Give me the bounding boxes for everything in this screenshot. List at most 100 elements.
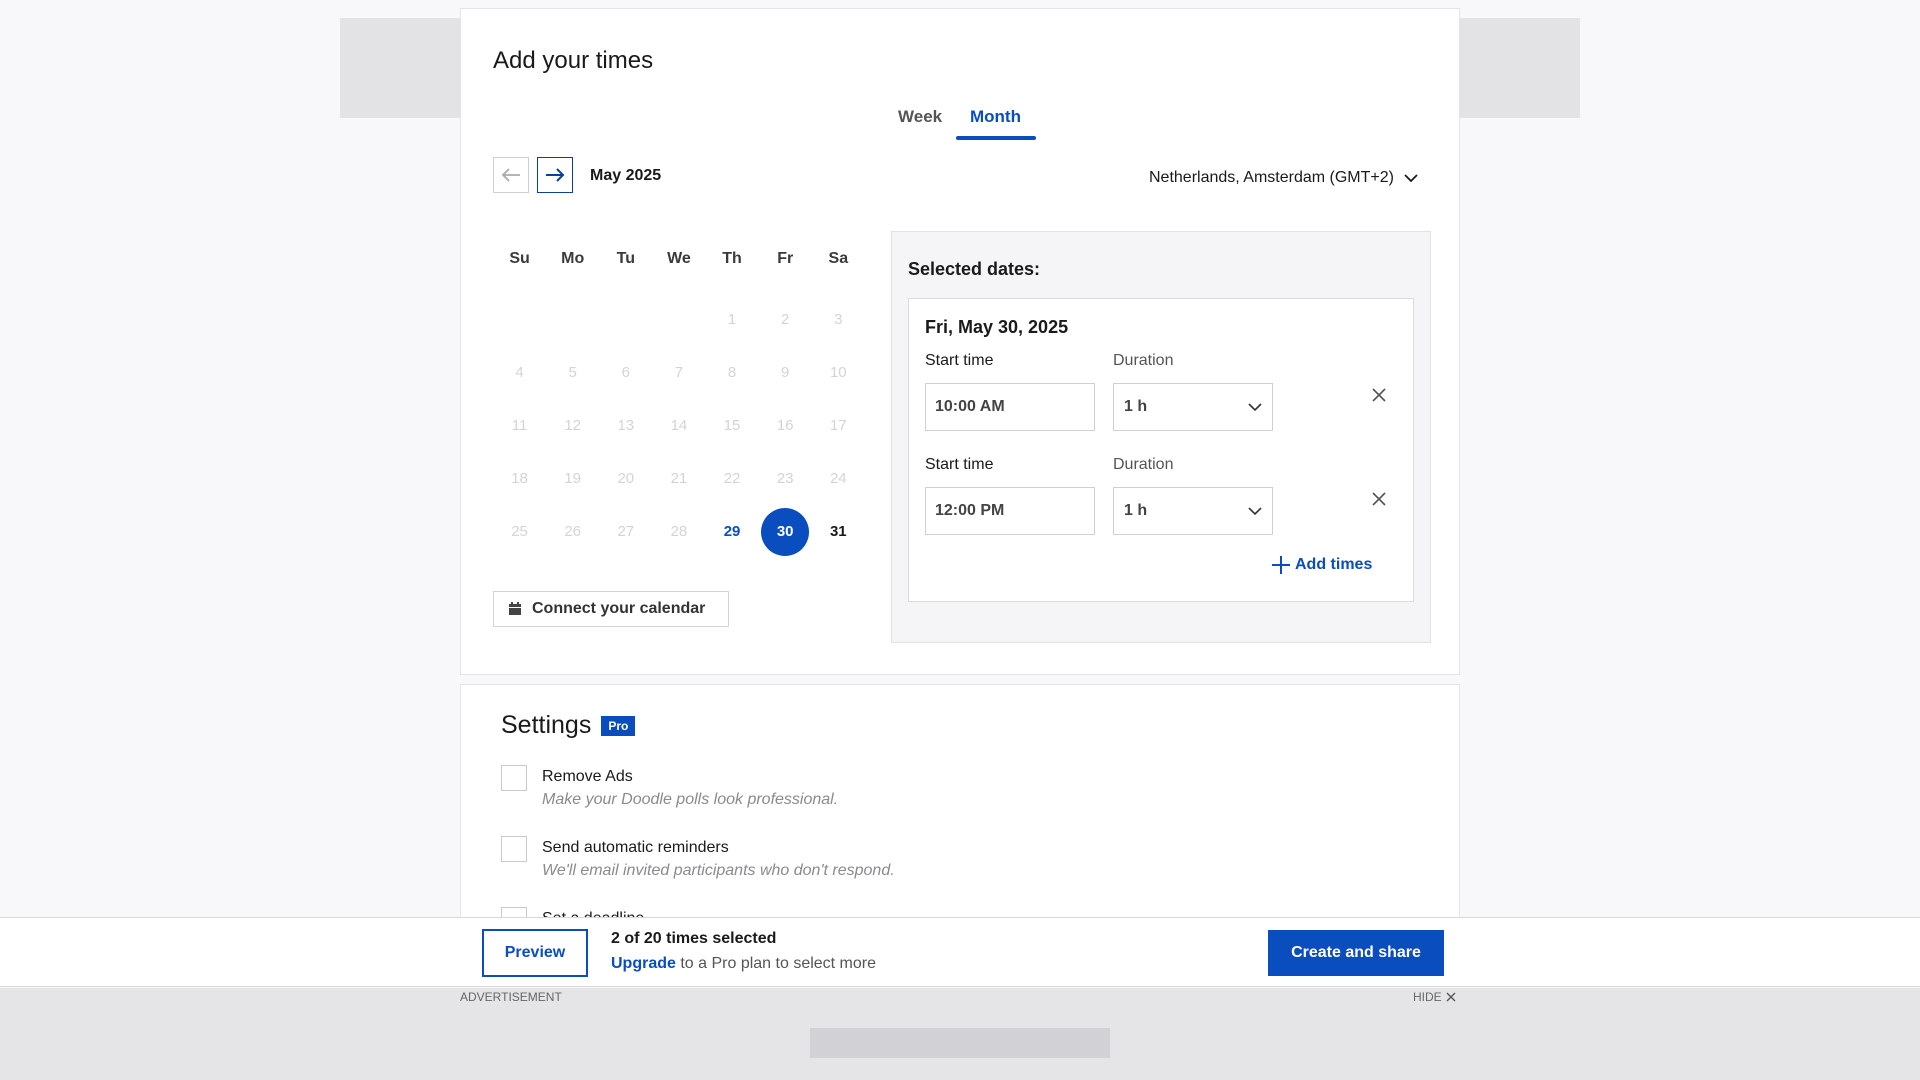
setting-label: Remove Ads (542, 768, 633, 785)
hide-label: HIDE (1413, 990, 1442, 1004)
page-title: Add your times (493, 47, 654, 74)
calendar-day: 24 (829, 470, 847, 487)
calendar-empty-cell (652, 293, 705, 346)
day-grid: 1 2 3 4 5 6 7 8 9 10 11 12 13 14 15 16 17 18 19 20 21 22 23 24 2… (493, 293, 865, 558)
calendar-day[interactable]: 31 (812, 505, 865, 558)
calendar-day: 3 (834, 311, 843, 328)
calendar-day: 6 (621, 364, 630, 381)
calendar-day: 19 (564, 470, 582, 487)
calendar-day: 12 (564, 417, 582, 434)
weekday-label: Tu (616, 250, 635, 267)
selected-date-card: Fri, May 30, 2025 Start time Duration 10… (908, 298, 1414, 602)
next-month-button[interactable] (537, 157, 573, 193)
weekday-label: Mo (561, 250, 585, 267)
weekday-label: Sa (828, 250, 849, 267)
ad-label: ADVERTISEMENT (460, 990, 562, 1004)
calendar-day: 25 (511, 523, 528, 540)
add-times-button[interactable]: Add times (1271, 555, 1372, 575)
close-icon (1446, 992, 1456, 1002)
connect-calendar-button[interactable]: Connect your calendar (493, 591, 729, 627)
ad-slot (810, 1028, 1110, 1058)
start-time-input[interactable]: 10:00 AM (925, 383, 1095, 431)
tab-month[interactable]: Month (970, 107, 1021, 127)
setting-label: Send automatic reminders (542, 839, 729, 856)
calendar-day[interactable]: 29 (706, 505, 759, 558)
view-tabs: Week Month (461, 99, 1459, 140)
selected-dates-panel: Selected dates: Fri, May 30, 2025 Start … (891, 231, 1431, 643)
selected-date-label: Fri, May 30, 2025 (925, 317, 1069, 337)
calendar-day: 22 (723, 470, 741, 487)
remove-time-button[interactable] (1367, 383, 1391, 407)
duration-select[interactable]: 1 h (1113, 383, 1273, 431)
close-icon (1372, 492, 1386, 506)
start-time-input[interactable]: 12:00 PM (925, 487, 1095, 535)
remove-ads-checkbox[interactable] (501, 765, 527, 791)
weekday-label: Fr (777, 250, 794, 267)
calendar-day: 7 (674, 364, 684, 381)
duration-label: Duration (1113, 456, 1174, 473)
preview-button[interactable]: Preview (482, 929, 588, 977)
add-times-card: Add your times Week Month May 2025 Nethe… (460, 8, 1460, 675)
weekday-label: We (667, 250, 691, 267)
create-and-share-button[interactable]: Create and share (1268, 930, 1444, 976)
calendar-day: 28 (670, 523, 688, 540)
hide-ad-button[interactable]: HIDE (1413, 990, 1456, 1004)
upgrade-text: to a Pro plan to select more (675, 955, 877, 972)
selected-day-number: 30 (761, 507, 810, 556)
bottom-ad-area: ADVERTISEMENT HIDE (0, 988, 1920, 1080)
tab-week[interactable]: Week (898, 107, 942, 127)
month-calendar: Su Mo Tu We Th Fr Sa 1 2 3 4 5 6 7 8 9 10 11 12 13 14… (493, 229, 865, 558)
calendar-day: 23 (776, 470, 794, 487)
chevron-down-icon (1248, 402, 1262, 411)
close-icon (1372, 388, 1386, 402)
calendar-empty-cell (599, 293, 652, 346)
duration-value: 1 h (1124, 502, 1148, 519)
upgrade-line: Upgrade to a Pro plan to select more (611, 955, 876, 973)
weekday-label: Su (509, 250, 530, 267)
duration-value: 1 h (1124, 398, 1148, 415)
duration-select[interactable]: 1 h (1113, 487, 1273, 535)
month-label: May 2025 (590, 167, 662, 184)
reminders-checkbox[interactable] (501, 836, 527, 862)
upgrade-link[interactable]: Upgrade (611, 955, 676, 972)
weekday-label: Th (722, 250, 742, 267)
settings-title: Settings Pro (501, 711, 636, 740)
arrow-left-icon (501, 168, 520, 182)
duration-label: Duration (1113, 352, 1174, 369)
calendar-day-selected[interactable]: 30 (759, 505, 812, 558)
calendar-day: 18 (511, 470, 528, 487)
plus-icon (1272, 556, 1290, 574)
chevron-down-icon (1404, 173, 1418, 182)
connect-calendar-label: Connect your calendar (532, 600, 706, 617)
calendar-day: 9 (781, 364, 790, 381)
bottom-action-bar: Preview 2 of 20 times selected Upgrade t… (0, 917, 1920, 987)
start-time-label: Start time (925, 352, 994, 369)
calendar-day: 20 (617, 470, 635, 487)
weekday-header: Su Mo Tu We Th Fr Sa (493, 229, 865, 293)
prev-month-button[interactable] (493, 157, 529, 193)
calendar-day: 17 (829, 417, 847, 434)
calendar-day: 26 (564, 523, 582, 540)
setting-description: Make your Doodle polls look professional… (542, 791, 839, 808)
add-times-label: Add times (1295, 556, 1373, 573)
selection-count: 2 of 20 times selected (611, 930, 777, 947)
calendar-day: 16 (776, 417, 794, 434)
calendar-day: 5 (568, 364, 577, 381)
settings-title-text: Settings (501, 711, 592, 739)
remove-time-button[interactable] (1367, 487, 1391, 511)
timezone-select[interactable]: Netherlands, Amsterdam (GMT+2) (1149, 169, 1418, 187)
setting-description: We'll email invited participants who don… (542, 862, 895, 879)
arrow-right-icon (546, 168, 565, 182)
calendar-day: 10 (829, 364, 847, 381)
calendar-empty-cell (493, 293, 546, 346)
calendar-empty-cell (546, 293, 599, 346)
pro-badge: Pro (601, 715, 636, 736)
calendar-day: 27 (617, 523, 635, 540)
calendar-day: 8 (727, 364, 737, 381)
calendar-day: 15 (723, 417, 741, 434)
selected-dates-title: Selected dates: (908, 259, 1041, 279)
active-tab-indicator (956, 136, 1036, 140)
calendar-day: 1 (727, 311, 737, 328)
calendar-icon (509, 602, 521, 615)
calendar-day: 14 (670, 417, 688, 434)
